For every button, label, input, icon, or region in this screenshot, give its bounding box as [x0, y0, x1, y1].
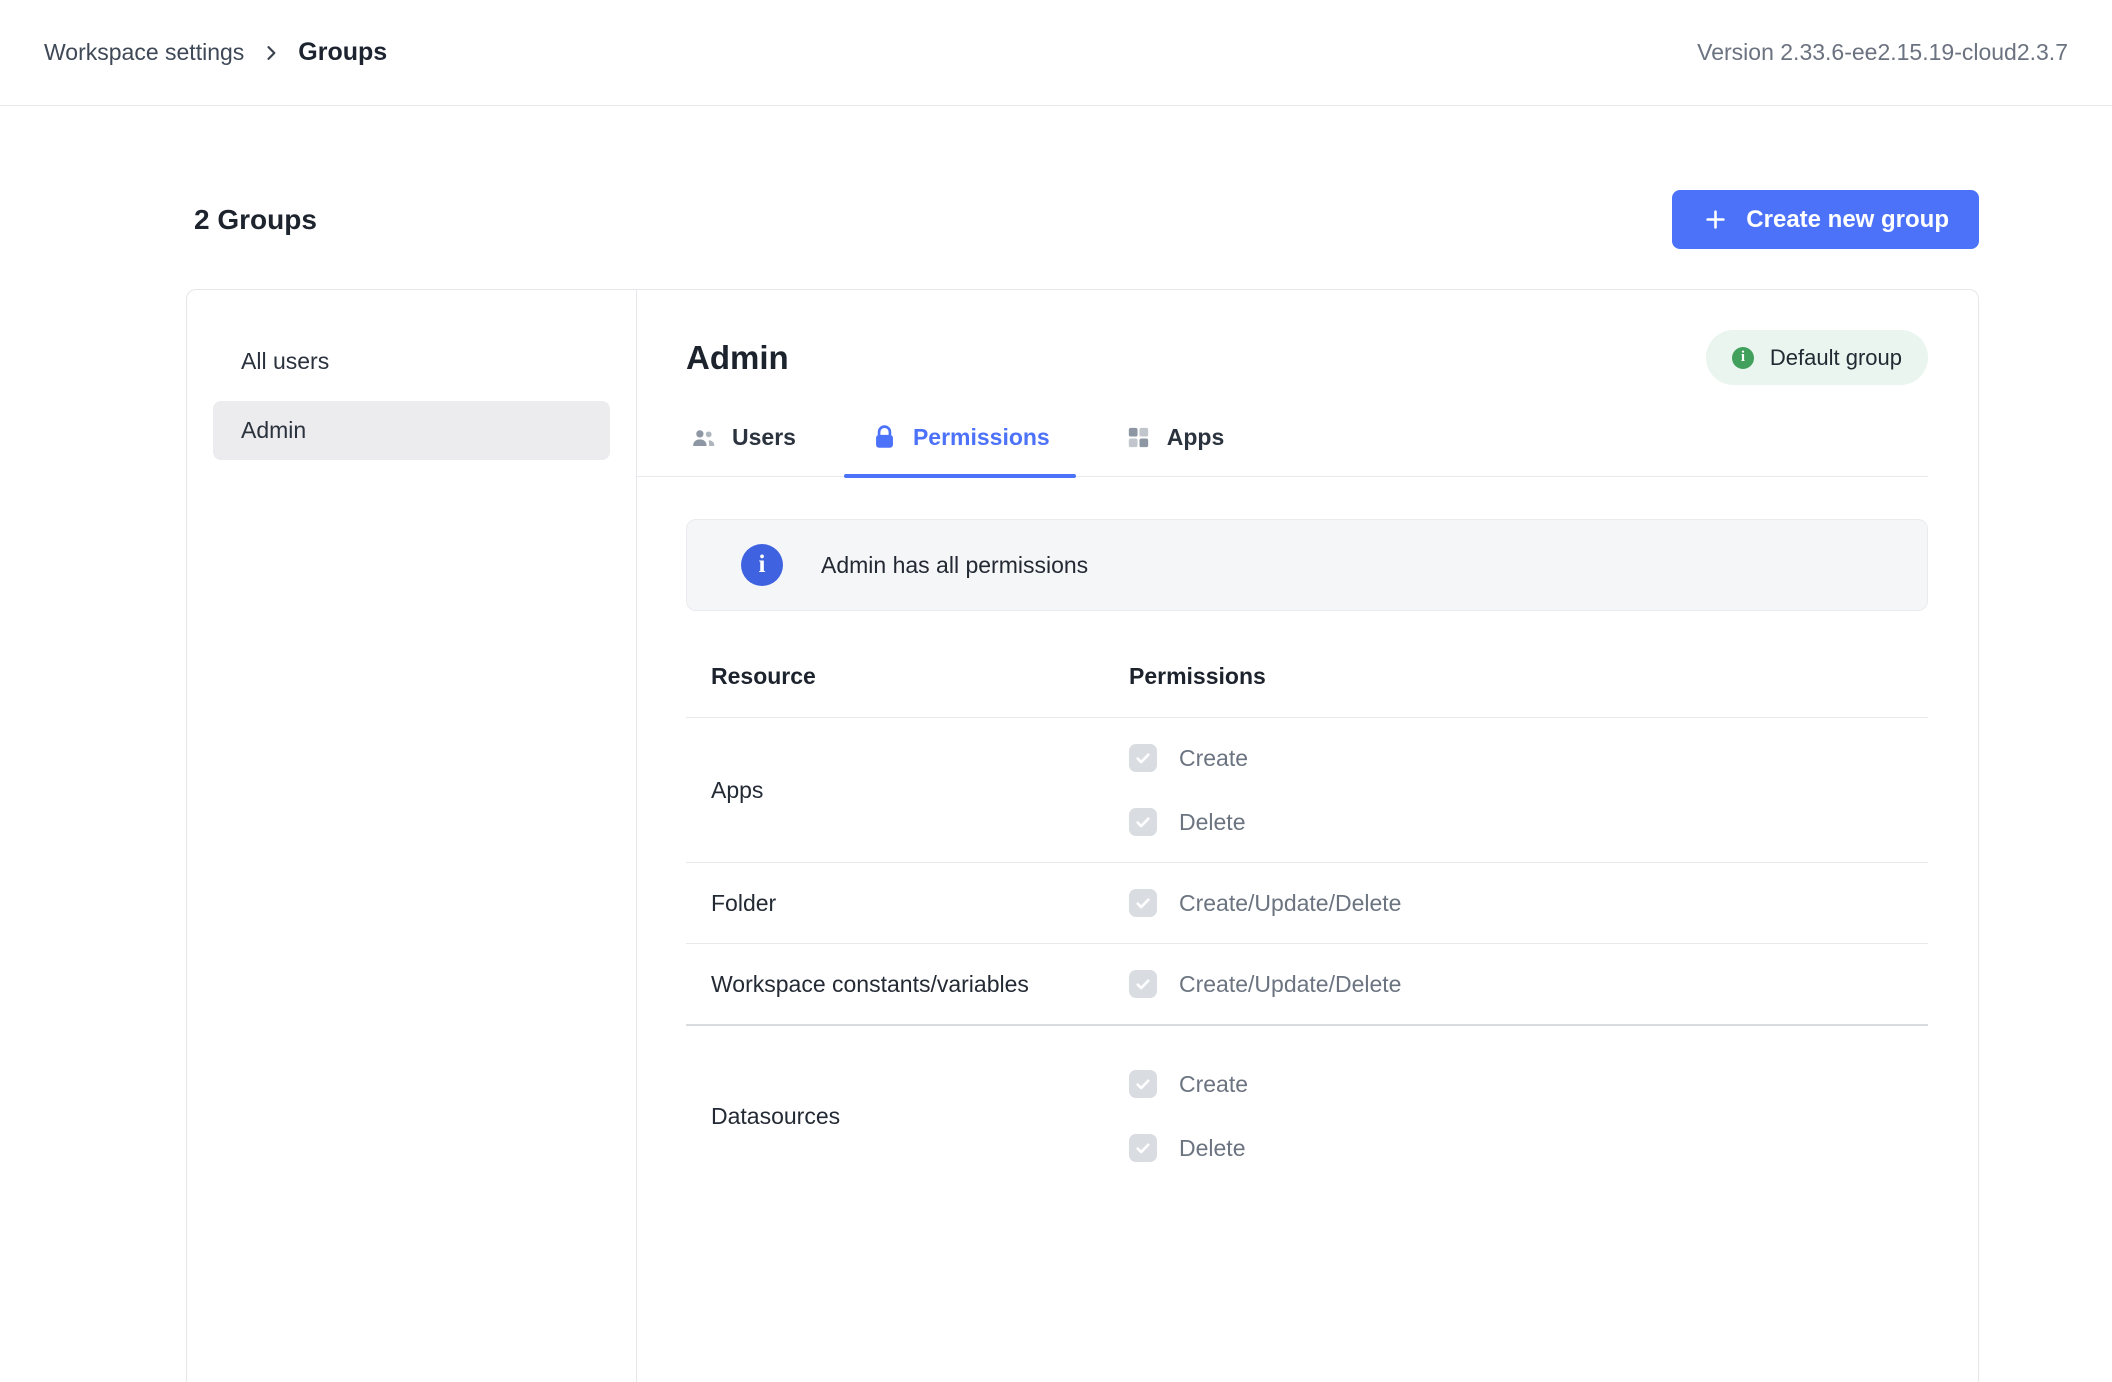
- tab-permissions-label: Permissions: [913, 424, 1050, 451]
- breadcrumb-current-groups: Groups: [298, 38, 387, 67]
- permission-item: Create: [1129, 744, 1928, 772]
- default-group-badge-label: Default group: [1770, 345, 1902, 371]
- resource-label: Folder: [686, 890, 1129, 917]
- info-icon: i: [741, 544, 783, 586]
- group-header: Admin i Default group: [686, 330, 1928, 385]
- groups-toolbar: 2 Groups Create new group: [186, 190, 1979, 249]
- group-tabs: Users Permissions Apps: [637, 417, 1928, 477]
- permissions-info-banner: i Admin has all permissions: [686, 519, 1928, 611]
- main-content: 2 Groups Create new group All users Admi…: [0, 190, 2112, 1382]
- breadcrumb-workspace-settings[interactable]: Workspace settings: [44, 39, 244, 66]
- tab-users-label: Users: [732, 424, 796, 451]
- permission-label: Create: [1179, 745, 1248, 772]
- column-header-permissions: Permissions: [1129, 663, 1928, 690]
- sidebar-item-admin[interactable]: Admin: [213, 401, 610, 460]
- resource-label: Workspace constants/variables: [686, 971, 1129, 998]
- permission-item: Create/Update/Delete: [1129, 889, 1928, 917]
- tab-permissions[interactable]: Permissions: [844, 417, 1076, 476]
- permission-item: Create: [1129, 1070, 1928, 1098]
- permission-label: Create: [1179, 1071, 1248, 1098]
- permission-item: Delete: [1129, 1134, 1928, 1162]
- permission-label: Delete: [1179, 809, 1245, 836]
- table-row-folder: Folder Create/Update/Delete: [686, 863, 1928, 944]
- column-header-resource: Resource: [686, 663, 1129, 690]
- tab-users[interactable]: Users: [663, 417, 822, 476]
- checkbox-checked-disabled: [1129, 889, 1157, 917]
- permissions-info-text: Admin has all permissions: [821, 552, 1088, 579]
- version-label: Version 2.33.6-ee2.15.19-cloud2.3.7: [1697, 39, 2068, 66]
- permission-label: Create/Update/Delete: [1179, 890, 1401, 917]
- chevron-right-icon: [261, 43, 281, 63]
- tab-apps[interactable]: Apps: [1098, 417, 1251, 476]
- permission-label: Delete: [1179, 1135, 1245, 1162]
- plus-icon: [1702, 206, 1729, 233]
- checkbox-checked-disabled: [1129, 1134, 1157, 1162]
- table-row-workspace-constants: Workspace constants/variables Create/Upd…: [686, 944, 1928, 1026]
- checkbox-checked-disabled: [1129, 744, 1157, 772]
- group-title: Admin: [686, 339, 789, 377]
- table-row-datasources: Datasources Create: [686, 1026, 1928, 1188]
- table-row-apps: Apps Create: [686, 718, 1928, 863]
- create-new-group-label: Create new group: [1746, 206, 1949, 234]
- resource-label: Datasources: [686, 1103, 1129, 1130]
- group-detail-panel: Admin i Default group Users Pe: [637, 290, 1978, 1382]
- resource-label: Apps: [686, 777, 1129, 804]
- users-icon: [689, 423, 718, 452]
- breadcrumb: Workspace settings Groups: [44, 38, 387, 67]
- groups-card: All users Admin Admin i Default group Us…: [186, 289, 1979, 1382]
- permission-label: Create/Update/Delete: [1179, 971, 1401, 998]
- permission-item: Delete: [1129, 808, 1928, 836]
- top-header: Workspace settings Groups Version 2.33.6…: [0, 0, 2112, 106]
- sidebar-item-all-users[interactable]: All users: [213, 332, 610, 391]
- lock-icon: [870, 423, 899, 452]
- create-new-group-button[interactable]: Create new group: [1672, 190, 1979, 249]
- permission-item: Create/Update/Delete: [1129, 970, 1928, 998]
- table-header-row: Resource Permissions: [686, 623, 1928, 718]
- permissions-table: Resource Permissions Apps Create: [686, 623, 1928, 1188]
- default-group-badge: i Default group: [1706, 330, 1928, 385]
- info-icon: i: [1732, 347, 1754, 369]
- groups-sidebar: All users Admin: [187, 290, 637, 1382]
- groups-count: 2 Groups: [194, 204, 317, 236]
- checkbox-checked-disabled: [1129, 970, 1157, 998]
- tab-apps-label: Apps: [1167, 424, 1225, 451]
- checkbox-checked-disabled: [1129, 1070, 1157, 1098]
- checkbox-checked-disabled: [1129, 808, 1157, 836]
- grid-icon: [1124, 423, 1153, 452]
